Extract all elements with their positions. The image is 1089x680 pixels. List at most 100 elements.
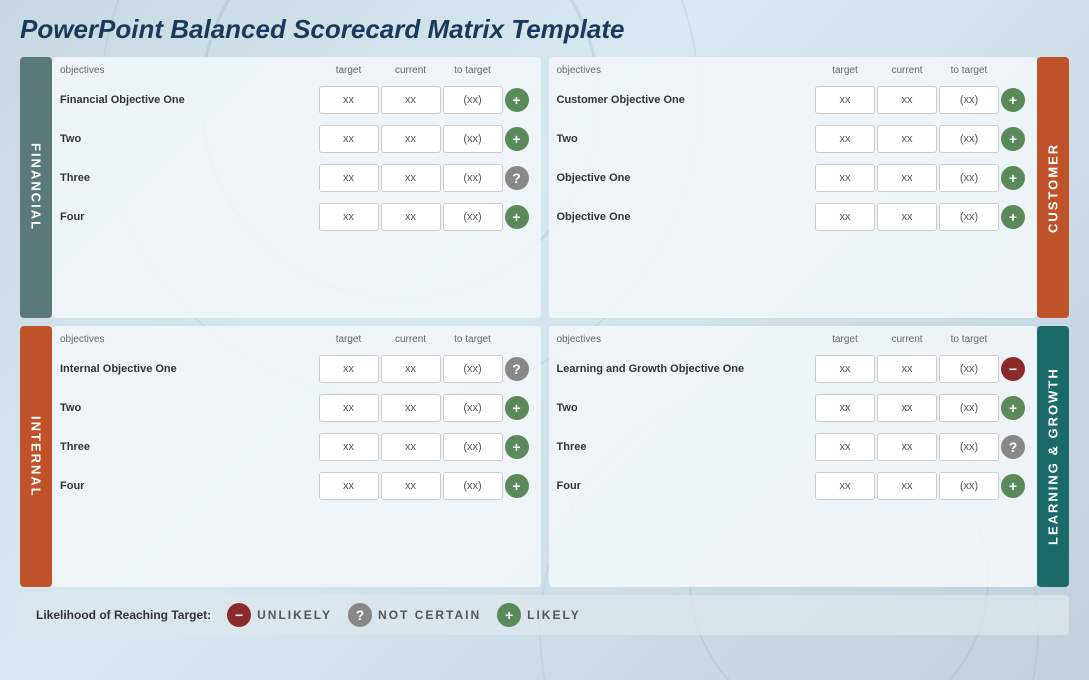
current-cell: xx [381, 86, 441, 114]
obj-label: Three [60, 171, 317, 185]
col-target-learn: target [815, 334, 875, 345]
target-cell: xx [319, 394, 379, 422]
obj-label: Learning and Growth Objective One [557, 362, 814, 376]
action-btn-question[interactable]: ? [505, 357, 529, 381]
target-cell: xx [815, 86, 875, 114]
action-btn-plus[interactable]: + [1001, 205, 1025, 229]
totarget-cell: (xx) [939, 203, 999, 231]
table-row: Three xx xx (xx) + [60, 429, 533, 465]
target-cell: xx [815, 164, 875, 192]
action-btn-minus[interactable]: − [1001, 357, 1025, 381]
quadrant-customer: CUSTOMER objectives target current to ta… [549, 57, 1070, 318]
totarget-cell: (xx) [443, 472, 503, 500]
action-btn-plus[interactable]: + [1001, 127, 1025, 151]
action-btn-plus[interactable]: + [505, 435, 529, 459]
obj-label: Two [557, 132, 814, 146]
target-cell: xx [319, 125, 379, 153]
legend-unlikely-text: UNLIKELY [257, 608, 332, 622]
col-current-int: current [381, 334, 441, 345]
rows-learning: Learning and Growth Objective One xx xx … [557, 351, 1030, 579]
totarget-cell: (xx) [443, 125, 503, 153]
totarget-cell: (xx) [443, 355, 503, 383]
action-btn-plus[interactable]: + [505, 474, 529, 498]
current-cell: xx [381, 164, 441, 192]
target-cell: xx [815, 125, 875, 153]
obj-label: Customer Objective One [557, 93, 814, 107]
col-current-cust: current [877, 65, 937, 76]
table-row: Learning and Growth Objective One xx xx … [557, 351, 1030, 387]
legend-unlikely: − UNLIKELY [227, 603, 332, 627]
quadrant-learning: LEARNING & GROWTH objectives target curr… [549, 326, 1070, 587]
current-cell: xx [381, 203, 441, 231]
rows-financial: Financial Objective One xx xx (xx) + Two… [60, 82, 533, 310]
col-totarget-fin: to target [443, 65, 503, 76]
col-totarget-int: to target [443, 334, 503, 345]
action-btn-plus[interactable]: + [1001, 474, 1025, 498]
current-cell: xx [381, 394, 441, 422]
obj-label: Objective One [557, 210, 814, 224]
target-cell: xx [319, 164, 379, 192]
target-cell: xx [815, 203, 875, 231]
obj-label: Two [557, 401, 814, 415]
col-current-fin: current [381, 65, 441, 76]
current-cell: xx [877, 433, 937, 461]
panel-header-learning: objectives target current to target [557, 334, 1030, 349]
col-current-learn: current [877, 334, 937, 345]
obj-label: Four [557, 479, 814, 493]
table-row: Four xx xx (xx) + [60, 199, 533, 235]
table-row: Customer Objective One xx xx (xx) + [557, 82, 1030, 118]
current-cell: xx [381, 433, 441, 461]
col-objectives-cust: objectives [557, 65, 814, 76]
target-cell: xx [815, 355, 875, 383]
table-row: Four xx xx (xx) + [60, 468, 533, 504]
panel-header-internal: objectives target current to target [60, 334, 533, 349]
legend-plus-icon: + [497, 603, 521, 627]
current-cell: xx [877, 164, 937, 192]
col-objectives-int: objectives [60, 334, 317, 345]
current-cell: xx [381, 472, 441, 500]
action-btn-plus[interactable]: + [1001, 396, 1025, 420]
action-btn-plus[interactable]: + [505, 127, 529, 151]
action-btn-plus[interactable]: + [1001, 88, 1025, 112]
col-totarget-learn: to target [939, 334, 999, 345]
target-cell: xx [815, 394, 875, 422]
label-learning: LEARNING & GROWTH [1037, 326, 1069, 587]
legend-notcertain-text: NOT CERTAIN [378, 608, 481, 622]
panel-learning: objectives target current to target Lear… [549, 326, 1038, 587]
panel-header-financial: objectives target current to target [60, 65, 533, 80]
totarget-cell: (xx) [443, 433, 503, 461]
table-row: Two xx xx (xx) + [557, 121, 1030, 157]
totarget-cell: (xx) [939, 472, 999, 500]
current-cell: xx [381, 125, 441, 153]
current-cell: xx [877, 394, 937, 422]
action-btn-plus[interactable]: + [505, 396, 529, 420]
totarget-cell: (xx) [443, 203, 503, 231]
table-row: Objective One xx xx (xx) + [557, 160, 1030, 196]
obj-label: Four [60, 479, 317, 493]
action-btn-question[interactable]: ? [1001, 435, 1025, 459]
totarget-cell: (xx) [939, 433, 999, 461]
scorecard-grid: FINANCIAL objectives target current to t… [20, 57, 1069, 587]
obj-label: Objective One [557, 171, 814, 185]
action-btn-question[interactable]: ? [505, 166, 529, 190]
target-cell: xx [319, 472, 379, 500]
action-btn-plus[interactable]: + [1001, 166, 1025, 190]
page-title: PowerPoint Balanced Scorecard Matrix Tem… [20, 14, 1069, 45]
current-cell: xx [381, 355, 441, 383]
obj-label: Financial Objective One [60, 93, 317, 107]
obj-label: Internal Objective One [60, 362, 317, 376]
action-btn-plus[interactable]: + [505, 205, 529, 229]
panel-header-customer: objectives target current to target [557, 65, 1030, 80]
action-btn-plus[interactable]: + [505, 88, 529, 112]
table-row: Two xx xx (xx) + [60, 121, 533, 157]
table-row: Two xx xx (xx) + [557, 390, 1030, 426]
panel-customer: objectives target current to target Cust… [549, 57, 1038, 318]
table-row: Three xx xx (xx) ? [60, 160, 533, 196]
totarget-cell: (xx) [443, 394, 503, 422]
obj-label: Two [60, 132, 317, 146]
table-row: Financial Objective One xx xx (xx) + [60, 82, 533, 118]
col-target-cust: target [815, 65, 875, 76]
quadrant-internal: INTERNAL objectives target current to ta… [20, 326, 541, 587]
current-cell: xx [877, 355, 937, 383]
totarget-cell: (xx) [939, 86, 999, 114]
